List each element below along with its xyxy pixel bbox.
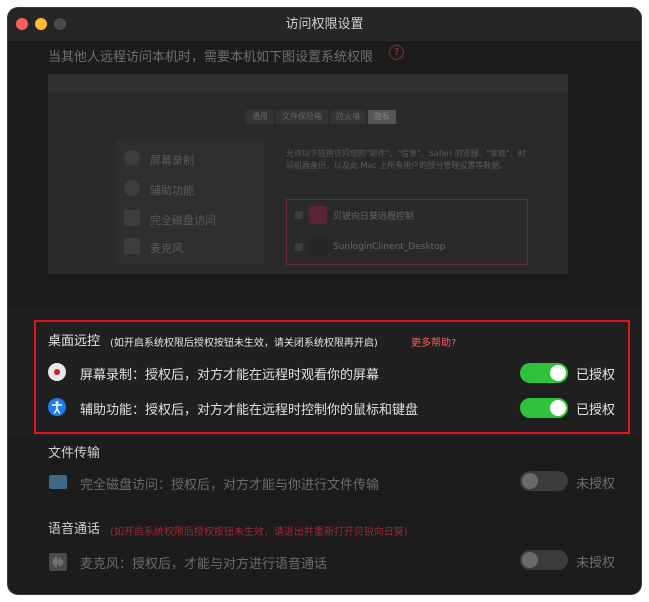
toggle-knob [550,400,566,416]
preview-app-row: 贝锐向日葵远程控制 [295,206,414,224]
microphone-state: 未授权 [576,556,616,571]
toggle-knob [550,365,566,381]
desktop-control-note: (如开启系统权限后授权按钮未生效，请关闭系统权限再开启) [110,338,378,349]
screen-record-toggle[interactable] [520,363,568,383]
microphone-icon [49,553,67,571]
preview-toolbar [48,74,568,92]
disk-access-toggle[interactable] [520,471,568,491]
preview-description: 允许以下应用访问您的"邮件"、"信息"、Safari 浏览器、"家庭"、时间机器… [286,149,526,170]
accessibility-label: 辅助功能：授权后，对方才能在远程时控制你的鼠标和键盘 [80,403,419,418]
preview-app-name: SunloginClinent_Desktop [333,242,446,252]
toggle-knob [522,552,538,568]
voice-call-note: (如开启系统权限后授权按钮未生效，请退出并重新打开贝锐向日葵) [110,527,408,538]
accessibility-state: 已授权 [576,403,616,418]
title-bar: 访问权限设置 [8,8,641,43]
sunlogin-app-icon [309,206,327,224]
microphone-label: 麦克风：授权后，才能与对方进行语音通话 [80,557,328,572]
preview-app-list: 贝锐向日葵远程控制 SunloginClinent_Desktop [286,199,528,265]
folder-icon [49,475,67,489]
more-help-link[interactable]: 更多帮助? [411,334,456,349]
voice-call-title: 语音通话 [48,522,101,537]
accessibility-icon [48,398,66,416]
disk-access-label: 完全磁盘访问：授权后，对方才能与你进行文件传输 [80,478,380,493]
preview-sidebar-item: 辅助功能 [150,184,194,197]
preview-sidebar-item: 麦克风 [150,242,183,255]
preview-app-name: 贝锐向日葵远程控制 [333,211,415,222]
disk-access-state: 未授权 [576,477,616,492]
screen-record-icon [124,150,140,166]
preview-sidebar-item: 完全磁盘访问 [150,214,216,227]
preview-sidebar: 屏幕录制 辅助功能 完全磁盘访问 麦克风 [116,140,264,264]
screen-record-state: 已授权 [576,368,616,383]
preview-tab: 防火墙 [330,110,366,124]
desktop-control-title: 桌面远控 [48,334,101,349]
screen-record-icon [48,363,66,381]
permissions-window: 访问权限设置 当其他人远程访问本机时，需要本机如下图设置系统权限 ? 通用 文件… [8,8,641,594]
file-transfer-title: 文件传输 [48,446,101,461]
intro-text: 当其他人远程访问本机时，需要本机如下图设置系统权限 [48,50,374,65]
accessibility-toggle[interactable] [520,398,568,418]
folder-icon [124,210,140,226]
microphone-toggle[interactable] [520,550,568,570]
app-icon [309,238,327,256]
system-settings-preview: 通用 文件保险箱 防火墙 隐私 屏幕录制 辅助功能 完全磁盘访问 麦克风 允许以… [48,74,568,274]
screen-record-label: 屏幕录制：授权后，对方才能在远程时观看你的屏幕 [80,368,380,383]
toggle-knob [522,473,538,489]
preview-tab: 通用 [246,110,274,124]
preview-sidebar-item: 屏幕录制 [150,154,194,167]
microphone-icon [124,238,140,254]
preview-app-row: SunloginClinent_Desktop [295,238,445,256]
preview-tab: 隐私 [368,110,396,124]
preview-tab: 文件保险箱 [276,110,328,124]
accessibility-icon [124,180,140,196]
question-circle-icon[interactable]: ? [389,45,404,60]
window-title: 访问权限设置 [285,17,364,32]
checkbox-icon [295,243,303,251]
checkbox-icon [295,211,303,219]
preview-tabs: 通用 文件保险箱 防火墙 隐私 [246,110,396,124]
